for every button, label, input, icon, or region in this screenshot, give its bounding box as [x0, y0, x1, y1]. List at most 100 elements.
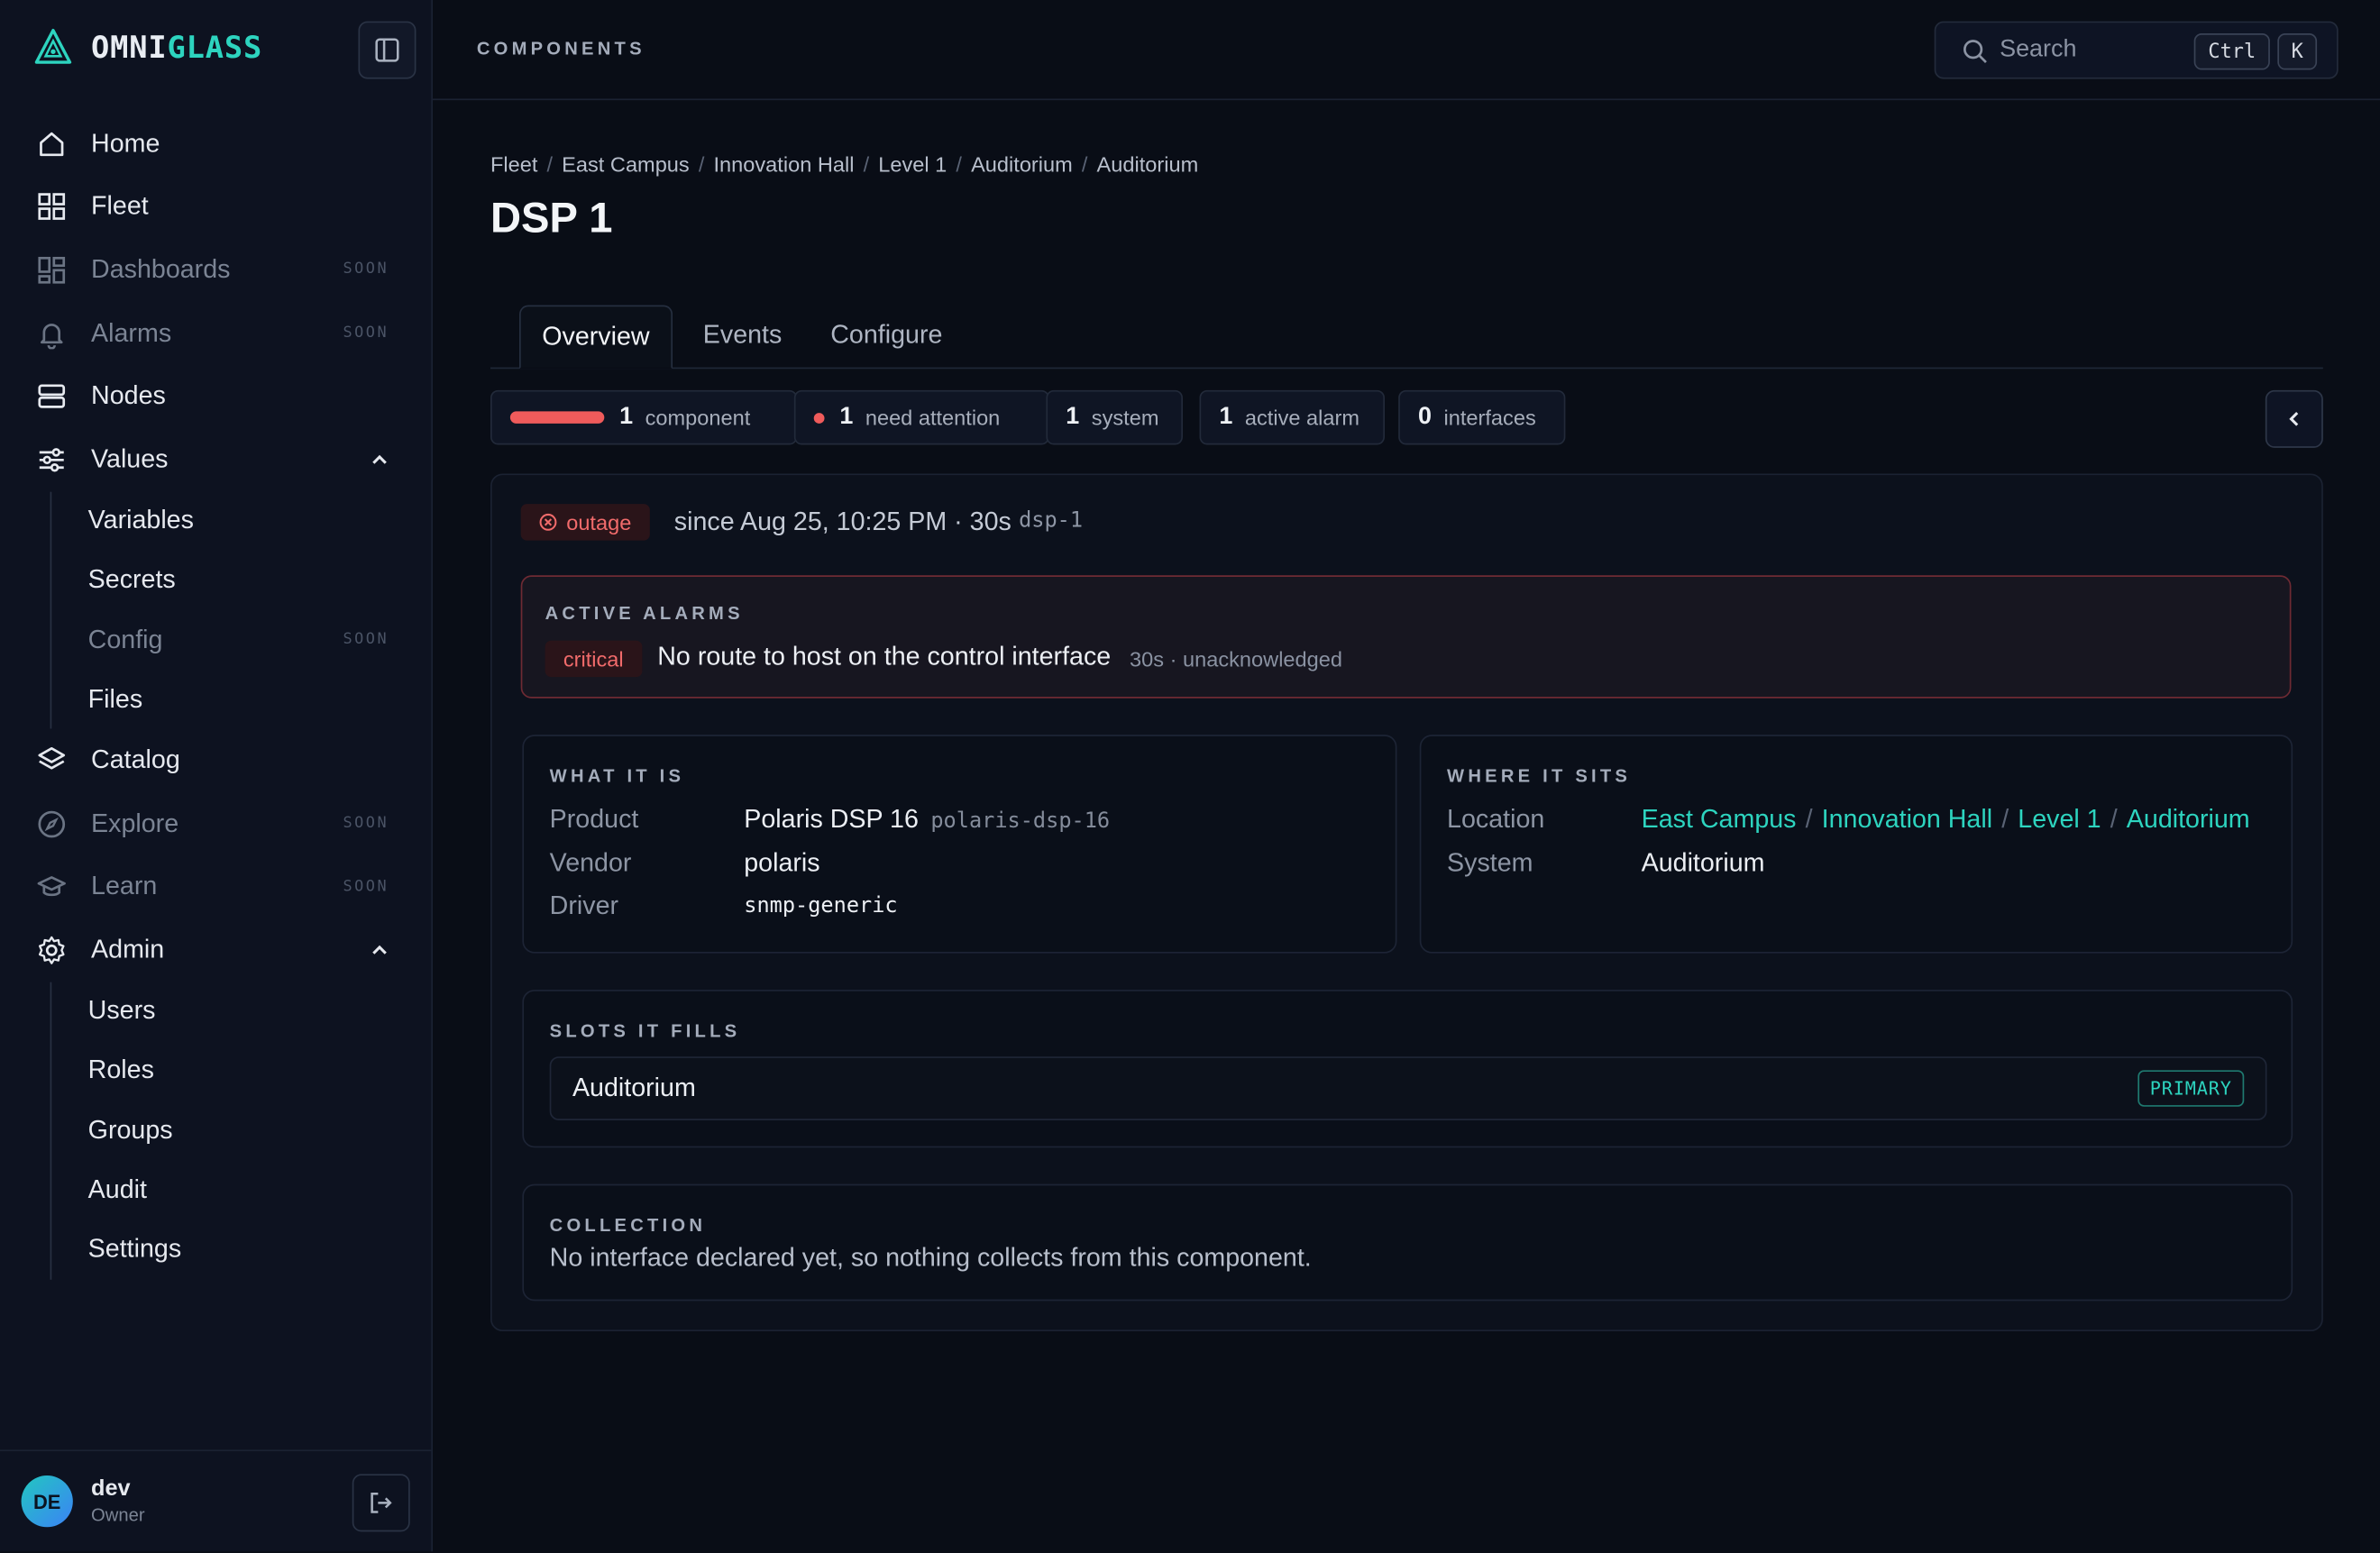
chevron-up-icon[interactable] [364, 935, 395, 965]
sidebar-item-secrets[interactable]: Secrets [51, 551, 431, 610]
breadcrumb-item[interactable]: Fleet [490, 151, 537, 176]
sidebar-item-admin[interactable]: Admin [0, 918, 431, 982]
sidebar-item-config[interactable]: Config SOON [51, 610, 431, 670]
sidebar-item-label: Secrets [87, 565, 176, 595]
status-label: outage [566, 509, 632, 534]
sidebar-item-label: Nodes [91, 381, 166, 411]
where-it-sits-card: WHERE IT SITS Location East Campus / Innov… [1419, 735, 2293, 954]
logo[interactable]: OMNIGLASS [33, 27, 262, 67]
collection-card: COLLECTION No interface declared yet, so… [522, 1183, 2293, 1302]
field-label: Product [549, 804, 639, 834]
sidebar-nav: Home Fleet Dashboards SOON Alarms SOON N… [0, 113, 431, 1280]
chip-interfaces[interactable]: 0 interfaces [1398, 389, 1566, 445]
avatar[interactable]: DE [21, 1475, 73, 1528]
sidebar-item-label: Settings [87, 1234, 182, 1264]
chip-count: 0 [1418, 403, 1433, 430]
location-link[interactable]: Auditorium [2127, 805, 2250, 834]
location-link[interactable]: East Campus [1642, 805, 1797, 834]
graduation-cap-icon [36, 872, 67, 902]
logout-button[interactable] [352, 1474, 410, 1532]
sidebar-item-audit[interactable]: Audit [51, 1160, 431, 1220]
sidebar-item-home[interactable]: Home [0, 113, 431, 176]
sidebar-item-values[interactable]: Values [0, 428, 431, 491]
section-label: COMPONENTS [476, 38, 645, 59]
app-name: OMNIGLASS [91, 28, 263, 66]
chip-label: system [1091, 405, 1159, 430]
shortcut-key-k: K [2277, 33, 2318, 70]
sidebar-item-settings[interactable]: Settings [51, 1220, 431, 1279]
chip-system[interactable]: 1 system [1046, 389, 1183, 445]
logout-icon [366, 1488, 397, 1519]
field-label: System [1447, 848, 1533, 878]
alarm-message[interactable]: No route to host on the control interfac… [657, 642, 1111, 672]
breadcrumb-item[interactable]: Auditorium [971, 151, 1073, 176]
sidebar-collapse-button[interactable] [358, 21, 416, 79]
slot-row[interactable]: Auditorium PRIMARY [549, 1056, 2267, 1120]
tab-overview[interactable]: Overview [518, 305, 673, 370]
sidebar-item-alarms[interactable]: Alarms SOON [0, 302, 431, 365]
compass-icon [36, 808, 67, 839]
slot-name: Auditorium [572, 1073, 696, 1102]
grid-icon [36, 192, 67, 223]
server-icon [36, 381, 67, 412]
field-label: Vendor [549, 848, 632, 878]
gear-icon [36, 935, 67, 965]
search-icon [1960, 36, 1991, 67]
sidebar-item-label: Users [87, 996, 156, 1026]
chip-need-attention[interactable]: 1 need attention [793, 389, 1049, 445]
location-link[interactable]: Innovation Hall [1822, 805, 1992, 834]
driver-value: snmp-generic [744, 893, 898, 918]
sidebar-item-label: Variables [87, 506, 194, 535]
breadcrumb-item[interactable]: Level 1 [878, 151, 947, 176]
breadcrumb-item[interactable]: Innovation Hall [713, 151, 854, 176]
sidebar-item-dashboards[interactable]: Dashboards SOON [0, 239, 431, 302]
user-name: dev [91, 1475, 131, 1502]
layers-icon [36, 745, 67, 776]
chip-label: component [645, 405, 751, 430]
sidebar-item-label: Roles [87, 1055, 154, 1085]
breadcrumb-item[interactable]: East Campus [562, 151, 690, 176]
primary-badge: PRIMARY [2137, 1070, 2245, 1107]
sidebar-item-variables[interactable]: Variables [51, 491, 431, 551]
sidebar-item-label: Explore [91, 808, 179, 838]
home-icon [36, 129, 67, 160]
x-circle-icon [539, 513, 557, 531]
active-alarms-panel: ACTIVE ALARMS critical No route to host … [520, 575, 2292, 699]
admin-submenu: Users Roles Groups Audit Settings [50, 982, 432, 1280]
field-value: Polaris DSP 16 polaris-dsp-16 [744, 805, 1110, 836]
chip-component[interactable]: 1 component [490, 389, 798, 445]
alert-dot [813, 412, 825, 424]
system-link[interactable]: Auditorium [1642, 848, 1765, 879]
sidebar-item-label: Alarms [91, 317, 172, 347]
sidebar-item-roles[interactable]: Roles [51, 1041, 431, 1101]
tab-configure[interactable]: Configure [830, 306, 942, 366]
location-link[interactable]: Level 1 [2018, 805, 2101, 834]
sidebar-item-files[interactable]: Files [51, 670, 431, 729]
sidebar-item-label: Audit [87, 1174, 147, 1204]
chip-label: interfaces [1443, 405, 1536, 430]
sidebar-item-learn[interactable]: Learn SOON [0, 855, 431, 918]
panel-toggle-button[interactable] [2265, 389, 2323, 448]
sidebar-item-fleet[interactable]: Fleet [0, 176, 431, 239]
sidebar-item-groups[interactable]: Groups [51, 1101, 431, 1160]
soon-badge: SOON [343, 324, 389, 343]
search-input[interactable]: Search Ctrl K [1934, 21, 2339, 79]
tab-events[interactable]: Events [703, 306, 783, 366]
chip-count: 1 [839, 403, 854, 430]
sidebar-item-explore[interactable]: Explore SOON [0, 792, 431, 855]
sidebar-item-catalog[interactable]: Catalog [0, 729, 431, 792]
product-name: Polaris DSP 16 [744, 804, 919, 834]
vendor-value: polaris [744, 848, 820, 878]
sidebar-item-label: Admin [91, 935, 165, 964]
breadcrumb-item[interactable]: Auditorium [1097, 151, 1199, 176]
sliders-icon [36, 444, 67, 475]
sidebar-item-users[interactable]: Users [51, 982, 431, 1041]
tab-bar: Overview Events Configure [490, 305, 2323, 370]
sidebar: OMNIGLASS Home Fleet Dashboards SOON Ala… [0, 0, 433, 1552]
sidebar-item-nodes[interactable]: Nodes [0, 365, 431, 428]
section-heading: WHERE IT SITS [1447, 764, 1632, 787]
component-slug: dsp-1 [1019, 508, 1084, 534]
sidebar-item-label: Values [91, 444, 169, 474]
chevron-up-icon[interactable] [364, 444, 395, 475]
chip-active-alarm[interactable]: 1 active alarm [1199, 389, 1385, 445]
